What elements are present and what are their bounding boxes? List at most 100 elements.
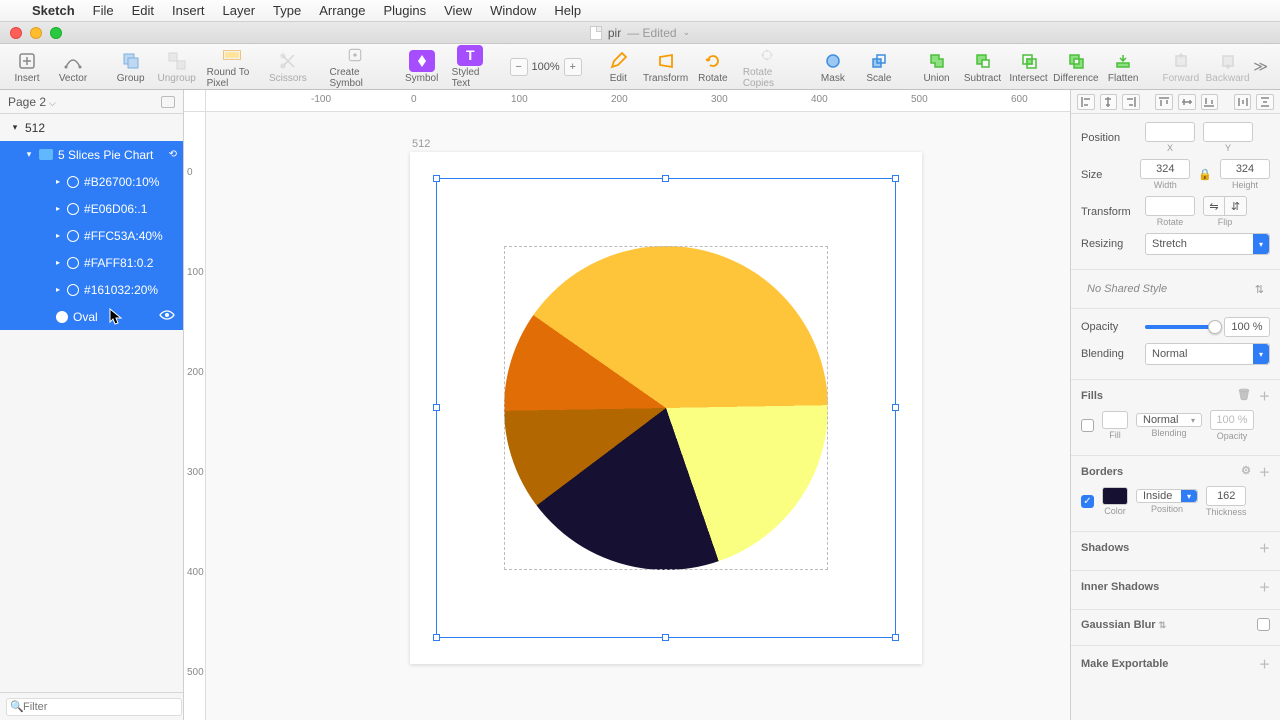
menu-window[interactable]: Window (490, 3, 536, 18)
round-to-pixel-button[interactable]: Round To Pixel (202, 45, 263, 89)
toolbar-overflow-icon[interactable]: ≫ (1253, 58, 1274, 75)
page-selector[interactable]: Page 2⌵ (0, 90, 183, 114)
close-icon[interactable] (10, 27, 22, 39)
border-color-swatch[interactable] (1102, 487, 1128, 505)
window-title[interactable]: pir — Edited ⌄ (590, 26, 690, 40)
menu-type[interactable]: Type (273, 3, 301, 18)
flip-v-button[interactable]: ⇵ (1225, 196, 1247, 216)
create-symbol-button[interactable]: Create Symbol (325, 45, 386, 89)
menu-help[interactable]: Help (554, 3, 581, 18)
visibility-icon[interactable] (159, 309, 175, 324)
make-exportable-row[interactable]: Make Exportable＋ (1071, 646, 1280, 682)
layer-slice-2[interactable]: ▸#FFC53A:40% (0, 222, 183, 249)
distribute-v-button[interactable] (1256, 94, 1274, 110)
menu-file[interactable]: File (93, 3, 114, 18)
lock-icon[interactable]: 🔒 (1198, 168, 1212, 181)
menu-layer[interactable]: Layer (223, 3, 256, 18)
symbol-button[interactable]: Symbol (401, 45, 443, 89)
forward-button[interactable]: Forward (1160, 45, 1202, 89)
difference-button[interactable]: Difference (1054, 45, 1099, 89)
layer-group[interactable]: ▾5 Slices Pie Chart⟲ (0, 141, 183, 168)
align-top-button[interactable] (1155, 94, 1173, 110)
align-left-button[interactable] (1077, 94, 1095, 110)
align-right-button[interactable] (1122, 94, 1140, 110)
align-hcenter-button[interactable] (1100, 94, 1118, 110)
filter-input[interactable] (6, 698, 182, 716)
distribute-h-button[interactable] (1234, 94, 1252, 110)
fills-add-icon[interactable]: ＋ (1259, 388, 1270, 404)
backward-button[interactable]: Backward (1206, 45, 1250, 89)
align-vcenter-button[interactable] (1178, 94, 1196, 110)
menu-view[interactable]: View (444, 3, 472, 18)
ruler-horizontal[interactable]: -100 0 100 200 300 400 500 600 (206, 90, 1070, 112)
group-button[interactable]: Group (110, 45, 152, 89)
minimize-icon[interactable] (30, 27, 42, 39)
opacity-slider[interactable] (1145, 325, 1216, 329)
layer-slice-1[interactable]: ▸#E06D06:.1 (0, 195, 183, 222)
flatten-button[interactable]: Flatten (1102, 45, 1144, 89)
opacity-input[interactable]: 100 % (1224, 317, 1270, 337)
artboard-label[interactable]: 512 (412, 138, 430, 150)
ruler-vertical[interactable]: 0 100 200 300 400 500 (184, 112, 206, 720)
position-x-input[interactable] (1145, 122, 1195, 142)
intersect-button[interactable]: Intersect (1008, 45, 1050, 89)
window-titlebar: pir — Edited ⌄ (0, 22, 1280, 44)
menu-plugins[interactable]: Plugins (383, 3, 426, 18)
zoom-level: 100% (532, 61, 560, 73)
edit-button[interactable]: Edit (597, 45, 639, 89)
border-thickness-input[interactable]: 162 (1206, 486, 1246, 506)
styled-text-button[interactable]: TStyled Text (447, 45, 494, 89)
borders-add-icon[interactable]: ＋ (1259, 464, 1270, 480)
transform-button[interactable]: Transform (643, 45, 688, 89)
layer-slice-0[interactable]: ▸#B26700:10% (0, 168, 183, 195)
width-input[interactable]: 324 (1140, 159, 1190, 179)
mask-button[interactable]: Mask (812, 45, 854, 89)
scale-button[interactable]: Scale (858, 45, 900, 89)
fill-enable-checkbox[interactable] (1081, 419, 1094, 432)
scissors-button[interactable]: Scissors (267, 45, 309, 89)
align-bottom-button[interactable] (1201, 94, 1219, 110)
border-enable-checkbox[interactable]: ✓ (1081, 495, 1094, 508)
zoom-in-button[interactable]: + (564, 58, 582, 76)
menu-edit[interactable]: Edit (132, 3, 154, 18)
rotate-copies-button[interactable]: Rotate Copies (738, 45, 796, 89)
borders-gear-icon[interactable]: ⚙ (1241, 464, 1251, 480)
rotate-button[interactable]: Rotate (692, 45, 734, 89)
subtract-button[interactable]: Subtract (962, 45, 1004, 89)
flip-h-button[interactable]: ⇋ (1203, 196, 1225, 216)
layer-oval[interactable]: Oval (0, 303, 183, 330)
resizing-select[interactable]: Stretch▾ (1145, 233, 1270, 255)
layer-slice-4[interactable]: ▸#161032:20% (0, 276, 183, 303)
fill-blend-select[interactable]: Normal▾ (1136, 413, 1202, 427)
ruler-origin[interactable] (184, 90, 206, 112)
height-input[interactable]: 324 (1220, 159, 1270, 179)
vector-button[interactable]: Vector (52, 45, 94, 89)
zoom-out-button[interactable]: − (510, 58, 528, 76)
shadows-add-icon[interactable]: ＋ (1259, 540, 1270, 556)
insert-button[interactable]: Insert (6, 45, 48, 89)
fill-color-swatch[interactable] (1102, 411, 1128, 429)
menu-insert[interactable]: Insert (172, 3, 205, 18)
position-y-input[interactable] (1203, 122, 1253, 142)
menu-app[interactable]: Sketch (32, 3, 75, 18)
fills-trash-icon[interactable]: 🗑 (1237, 388, 1251, 404)
rotate-input[interactable] (1145, 196, 1195, 216)
macos-menubar: Sketch File Edit Insert Layer Type Arran… (0, 0, 1280, 22)
menu-arrange[interactable]: Arrange (319, 3, 365, 18)
zoom-control[interactable]: − 100% + (510, 58, 582, 76)
union-button[interactable]: Union (916, 45, 958, 89)
selection-outline (436, 178, 896, 638)
page-grid-icon[interactable] (161, 96, 175, 108)
shared-style-select[interactable]: No Shared Style⇅ (1081, 278, 1270, 300)
fill-opacity-input[interactable]: 100 % (1210, 410, 1254, 430)
ungroup-button[interactable]: Ungroup (156, 45, 198, 89)
border-position-select[interactable]: Inside▾ (1136, 489, 1198, 503)
inner-shadows-add-icon[interactable]: ＋ (1259, 579, 1270, 595)
blending-select[interactable]: Normal▾ (1145, 343, 1270, 365)
layer-slice-3[interactable]: ▸#FAFF81:0.2 (0, 249, 183, 276)
layer-artboard[interactable]: ▾512 (0, 114, 183, 141)
resizing-label: Resizing (1081, 238, 1137, 250)
zoom-icon[interactable] (50, 27, 62, 39)
blur-enable-checkbox[interactable] (1257, 618, 1270, 631)
canvas[interactable]: -100 0 100 200 300 400 500 600 0 100 200… (184, 90, 1070, 720)
